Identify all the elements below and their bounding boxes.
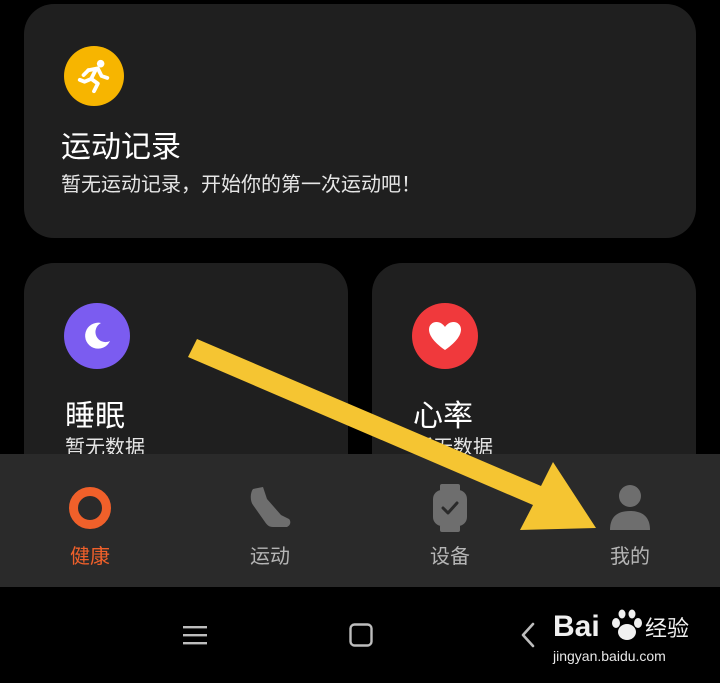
tab-device-label: 设备 bbox=[430, 544, 470, 568]
running-icon bbox=[64, 46, 124, 106]
exercise-record-card[interactable]: 运动记录 暂无运动记录，开始你的第一次运动吧！ bbox=[24, 4, 696, 238]
bottom-tab-bar: 健康 运动 设备 我的 bbox=[0, 454, 720, 587]
watermark-brand: Bai bbox=[553, 610, 600, 643]
watch-icon bbox=[424, 482, 476, 534]
tab-device[interactable]: 设备 bbox=[390, 454, 510, 587]
sleep-card-title: 睡眠 bbox=[65, 399, 125, 434]
heart-rate-card-title: 心率 bbox=[413, 399, 473, 434]
exercise-card-title: 运动记录 bbox=[61, 130, 181, 165]
back-icon[interactable] bbox=[504, 611, 552, 659]
heart-icon bbox=[412, 303, 478, 369]
tab-exercise[interactable]: 运动 bbox=[210, 454, 330, 587]
tab-health-label: 健康 bbox=[70, 544, 110, 568]
ring-icon bbox=[64, 482, 116, 534]
tab-exercise-label: 运动 bbox=[250, 544, 290, 568]
moon-icon bbox=[64, 303, 130, 369]
home-icon[interactable] bbox=[337, 611, 385, 659]
tab-profile[interactable]: 我的 bbox=[570, 454, 690, 587]
menu-icon[interactable] bbox=[171, 611, 219, 659]
person-icon bbox=[604, 482, 656, 534]
exercise-card-subtitle: 暂无运动记录，开始你的第一次运动吧！ bbox=[61, 172, 421, 196]
paw-icon bbox=[612, 609, 642, 640]
shoe-icon bbox=[244, 482, 296, 534]
watermark-suffix: 经验 bbox=[645, 617, 689, 642]
tab-profile-label: 我的 bbox=[610, 544, 650, 568]
watermark-url: jingyan.baidu.com bbox=[553, 648, 666, 664]
tab-health[interactable]: 健康 bbox=[30, 454, 150, 587]
